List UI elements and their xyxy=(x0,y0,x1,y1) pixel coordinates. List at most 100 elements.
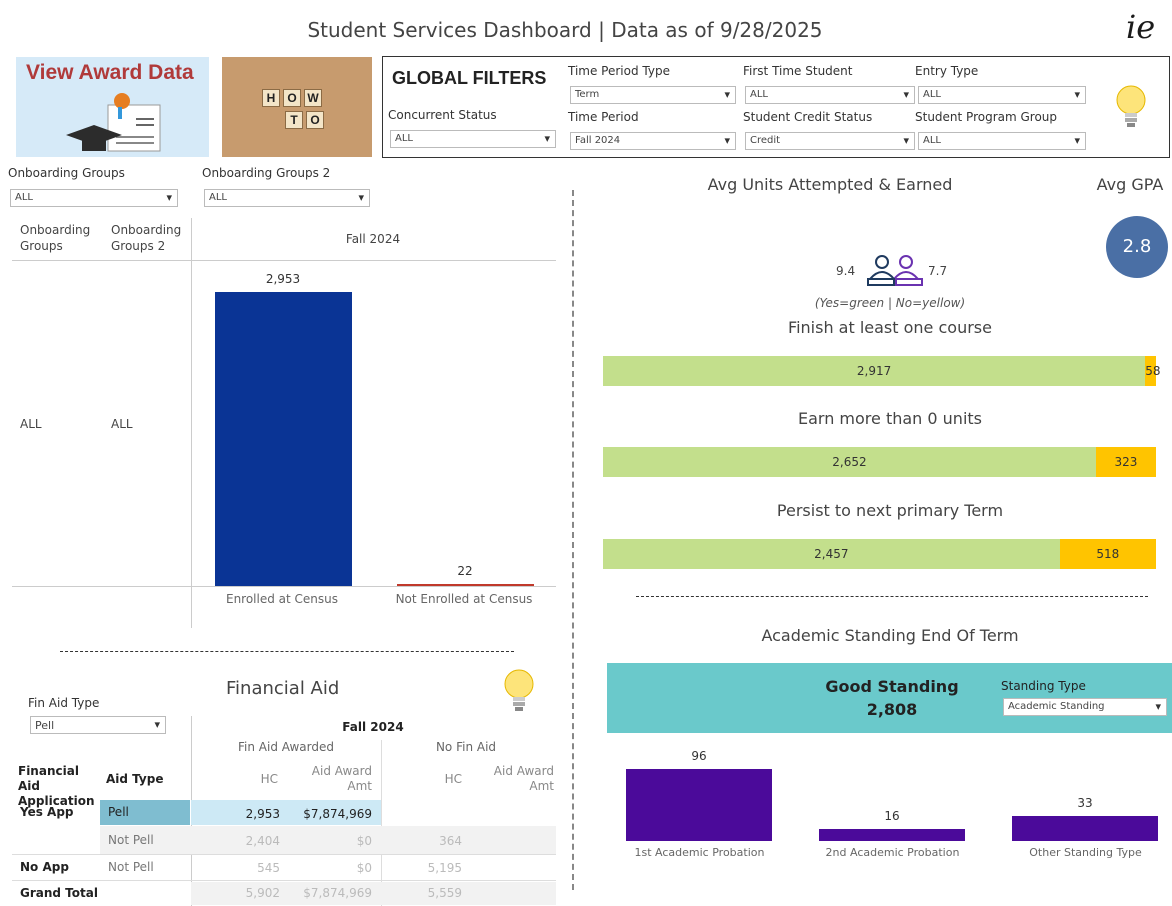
time-period-type-label: Time Period Type xyxy=(568,64,670,78)
standing-bar[interactable] xyxy=(1012,816,1158,841)
completion-bar-no[interactable]: 518 xyxy=(1059,539,1156,569)
fa-row-hc1: 2,404 xyxy=(245,834,280,848)
divider xyxy=(12,854,556,855)
enrollment-category-label: Enrolled at Census xyxy=(225,592,339,606)
fin-aid-type-dropdown[interactable]: Pell xyxy=(30,716,166,734)
avg-units-earned: 7.7 xyxy=(928,264,948,278)
completion-bar-yes[interactable]: 2,917 xyxy=(603,356,1146,386)
standing-bar-value: 16 xyxy=(884,809,900,823)
standing-bar-value: 96 xyxy=(691,749,707,763)
time-period-label: Time Period xyxy=(568,110,639,124)
dashboard-title: Student Services Dashboard | Data as of … xyxy=(307,18,823,42)
time-period-dropdown[interactable]: Fall 2024 xyxy=(570,132,736,150)
avg-units-title: Avg Units Attempted & Earned xyxy=(707,175,953,194)
divider xyxy=(12,880,556,881)
view-award-data-label: View Award Data xyxy=(26,61,194,84)
standing-bar-value: 33 xyxy=(1077,796,1093,811)
completion-bar-no[interactable]: 58 xyxy=(1145,356,1161,386)
standing-bar[interactable] xyxy=(626,769,772,841)
avg-gpa-badge: 2.8 xyxy=(1106,216,1168,278)
howto-letter: T xyxy=(285,111,303,129)
fa-row-type: Pell xyxy=(108,805,129,819)
completion-legend: (Yes=green | No=yellow) xyxy=(814,296,966,310)
view-award-data-tile[interactable]: View Award Data xyxy=(16,57,209,157)
fa-row-type: Not Pell xyxy=(108,833,154,847)
fa-row-amt1: $0 xyxy=(356,861,372,875)
enrollment-bar-value: 22 xyxy=(457,563,473,578)
section-divider xyxy=(572,190,574,890)
avg-units-attempted: 9.4 xyxy=(836,264,856,278)
student-credit-status-label: Student Credit Status xyxy=(743,110,873,124)
completion-bar-yes[interactable]: 2,652 xyxy=(603,447,1096,477)
diploma-graduation-icon xyxy=(66,93,161,152)
howto-letter: O xyxy=(283,89,301,107)
enrollment-category-label: Not Enrolled at Census xyxy=(395,592,533,606)
fa-col-hc: HC xyxy=(260,772,278,786)
fa-row-hc1: 545 xyxy=(257,861,280,875)
completion-bar-title: Persist to next primary Term xyxy=(776,501,1004,520)
completion-bar-title: Finish at least one course xyxy=(788,318,992,337)
fa-row-type: Not Pell xyxy=(108,860,154,874)
fa-group-awarded: Fin Aid Awarded xyxy=(238,740,334,754)
fa-row-amt1: $7,874,969 xyxy=(303,807,372,821)
standing-type-label: Standing Type xyxy=(1001,679,1086,693)
completion-bar-title: Earn more than 0 units xyxy=(797,409,982,428)
divider xyxy=(12,260,556,261)
avg-gpa-title: Avg GPA xyxy=(1096,175,1164,194)
standing-type-dropdown[interactable]: Academic Standing xyxy=(1003,698,1167,716)
howto-letter: O xyxy=(306,111,324,129)
time-period-type-dropdown[interactable]: Term xyxy=(570,86,736,104)
concurrent-status-dropdown[interactable]: ALL xyxy=(390,130,556,148)
fa-row-hc2: 5,195 xyxy=(427,861,462,875)
period-header: Fall 2024 xyxy=(345,232,401,246)
row-onboarding-group: ALL xyxy=(20,417,42,431)
howto-letter: W xyxy=(304,89,322,107)
standing-category-label: Other Standing Type xyxy=(1029,846,1142,859)
col-header-onboarding-groups-2: Onboarding Groups 2 xyxy=(111,223,182,253)
student-credit-status-dropdown[interactable]: Credit xyxy=(745,132,915,150)
fa-col-hc-2: HC xyxy=(444,772,462,786)
enrollment-bar[interactable] xyxy=(214,292,352,586)
entry-type-dropdown[interactable]: ALL xyxy=(918,86,1086,104)
good-standing-value: 2,808 xyxy=(866,700,918,719)
fa-row-app: Grand Total xyxy=(20,886,98,900)
fa-period-header: Fall 2024 xyxy=(342,720,404,734)
concurrent-status-label: Concurrent Status xyxy=(388,108,497,122)
student-program-group-dropdown[interactable]: ALL xyxy=(918,132,1086,150)
fa-col-amt-2: Aid Award Amt xyxy=(493,764,554,793)
fa-row-hc2: 364 xyxy=(439,834,462,848)
fa-row-app: Yes App xyxy=(20,805,74,819)
enrollment-bar-chart: 2,953 Enrolled at Census 22 Not Enrolled at… xyxy=(191,262,555,612)
lightbulb-icon[interactable] xyxy=(502,668,536,714)
fa-col-amt: Aid Award Amt xyxy=(311,764,372,793)
how-to-tile[interactable]: H O W T O xyxy=(222,57,372,157)
section-divider xyxy=(636,596,1148,597)
fa-col-application: Financial Aid Application xyxy=(18,764,95,808)
good-standing-label: Good Standing xyxy=(825,677,959,696)
fa-row-hc1: 5,902 xyxy=(245,886,280,900)
enrollment-bar[interactable] xyxy=(396,583,534,586)
onboarding-groups-2-dropdown[interactable]: ALL xyxy=(204,189,370,207)
entry-type-label: Entry Type xyxy=(915,64,979,78)
fin-aid-type-label: Fin Aid Type xyxy=(28,696,100,710)
standing-bar[interactable] xyxy=(819,829,965,841)
standing-category-label: 2nd Academic Probation xyxy=(825,846,960,859)
onboarding-groups-dropdown[interactable]: ALL xyxy=(10,189,178,207)
section-divider xyxy=(60,651,514,652)
fa-group-no-aid: No Fin Aid xyxy=(435,740,497,754)
first-time-student-dropdown[interactable]: ALL xyxy=(745,86,915,104)
onboarding-groups-label: Onboarding Groups xyxy=(8,166,125,180)
onboarding-groups-2-label: Onboarding Groups 2 xyxy=(202,166,331,180)
standing-category-label: 1st Academic Probation xyxy=(634,846,765,859)
lightbulb-icon[interactable] xyxy=(1114,84,1148,130)
completion-bar-no[interactable]: 323 xyxy=(1095,447,1156,477)
howto-letter: H xyxy=(262,89,280,107)
first-time-student-label: First Time Student xyxy=(743,64,853,78)
students-at-desk-icon xyxy=(867,255,923,286)
fa-row-hc1: 2,953 xyxy=(245,807,280,821)
fa-row-amt1: $0 xyxy=(356,834,372,848)
completion-bar-yes[interactable]: 2,457 xyxy=(603,539,1060,569)
fa-row-hc2: 5,559 xyxy=(427,886,462,900)
fa-row-amt1: $7,874,969 xyxy=(303,886,372,900)
enrollment-bar-value: 2,953 xyxy=(265,272,301,286)
